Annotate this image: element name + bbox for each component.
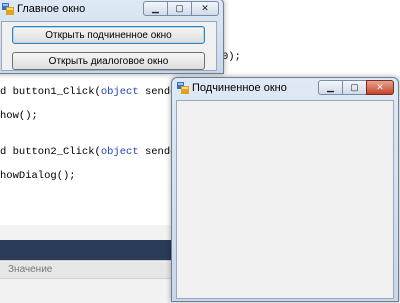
maximize-button[interactable]: ▢	[342, 80, 367, 95]
app-icon	[177, 82, 189, 94]
close-icon: ✕	[376, 82, 384, 92]
child-window-titlebar[interactable]: Подчиненное окно ▁ ▢ ✕	[172, 78, 398, 100]
child-window-title: Подчиненное окно	[192, 82, 287, 94]
code-keyword: object	[100, 86, 139, 98]
minimize-icon: ▁	[327, 82, 334, 92]
minimize-button[interactable]: ▁	[318, 80, 343, 95]
code-keyword: object	[100, 146, 139, 158]
child-window: Подчиненное окно ▁ ▢ ✕	[171, 77, 399, 302]
maximize-icon: ▢	[175, 3, 184, 13]
main-window-titlebar[interactable]: Главное окно ▁ ▢ ✕	[0, 0, 223, 21]
child-window-client	[176, 100, 394, 299]
window-controls: ▁ ▢ ✕	[143, 1, 219, 17]
close-button[interactable]: ✕	[366, 80, 394, 95]
code-line-showdialog: howDialog();	[0, 170, 76, 182]
code-line-show: how();	[0, 110, 38, 122]
maximize-icon: ▢	[350, 82, 359, 92]
minimize-icon: ▁	[152, 3, 159, 13]
main-window-client: Открыть подчиненное окно Открыть диалого…	[1, 21, 217, 71]
main-window-title: Главное окно	[17, 3, 86, 15]
open-dialog-window-button[interactable]: Открыть диалоговое окно	[12, 52, 205, 70]
window-controls: ▁ ▢ ✕	[318, 80, 394, 96]
code-fragment: 0);	[222, 51, 241, 63]
code-text: d button1_Click(	[0, 86, 101, 98]
app-icon	[2, 3, 14, 15]
close-icon: ✕	[201, 3, 209, 13]
main-window: Главное окно ▁ ▢ ✕ Открыть подчиненное о…	[0, 0, 224, 74]
code-text: d button2_Click(	[0, 146, 101, 158]
minimize-button[interactable]: ▁	[143, 1, 168, 16]
close-button[interactable]: ✕	[191, 1, 219, 16]
properties-value-column: Значение	[8, 264, 53, 275]
open-child-window-button[interactable]: Открыть подчиненное окно	[12, 26, 205, 44]
ide-panel-bar	[0, 240, 172, 260]
maximize-button[interactable]: ▢	[167, 1, 192, 16]
editor-bottom-area	[0, 225, 172, 240]
